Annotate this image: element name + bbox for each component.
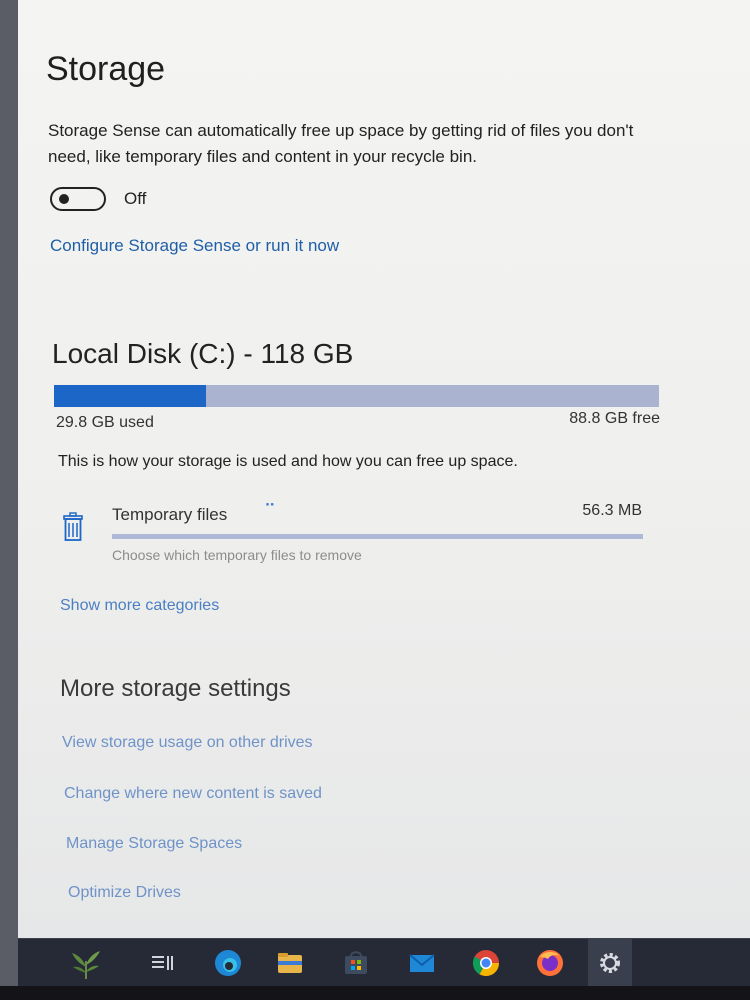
disk-used-label: 29.8 GB used <box>56 414 154 431</box>
disk-free-label: 88.8 GB free <box>569 410 660 427</box>
storage-settings-page: Storage Storage Sense can automatically … <box>18 0 750 938</box>
more-storage-settings-title: More storage settings <box>60 675 291 702</box>
show-more-categories-link[interactable]: Show more categories <box>60 597 219 615</box>
trash-icon <box>63 512 83 541</box>
view-other-drives-link[interactable]: View storage usage on other drives <box>62 734 313 752</box>
disk-title: Local Disk (C:) - 118 GB <box>52 338 354 369</box>
category-usage-bar <box>112 534 643 539</box>
plant-icon[interactable] <box>68 945 104 981</box>
change-save-location-link[interactable]: Change where new content is saved <box>64 785 322 803</box>
toggle-knob <box>59 194 69 204</box>
toggle-state-label: Off <box>124 189 147 208</box>
usage-description: This is how your storage is used and how… <box>58 453 518 470</box>
loading-spinner-icon: ⠒ <box>264 498 276 515</box>
store-icon[interactable] <box>340 947 372 979</box>
category-label: Temporary files <box>112 505 228 524</box>
edge-icon[interactable] <box>212 947 244 979</box>
category-size: 56.3 MB <box>582 502 642 519</box>
taskbar <box>18 938 750 987</box>
mail-icon[interactable] <box>406 947 438 979</box>
disk-usage-fill <box>54 385 207 407</box>
disk-usage-bar <box>54 385 659 407</box>
settings-icon[interactable] <box>594 947 626 979</box>
category-hint: Choose which temporary files to remove <box>112 547 362 563</box>
manage-storage-spaces-link[interactable]: Manage Storage Spaces <box>66 835 242 853</box>
screen-bezel <box>0 0 18 1000</box>
monitor-bezel-bottom <box>0 986 750 1000</box>
task-view-icon[interactable] <box>146 947 178 979</box>
page-title: Storage <box>46 50 166 88</box>
chrome-icon[interactable] <box>470 947 502 979</box>
storage-sense-description: Storage Sense can automatically free up … <box>48 121 634 166</box>
configure-storage-sense-link[interactable]: Configure Storage Sense or run it now <box>50 236 339 256</box>
file-explorer-icon[interactable] <box>274 947 306 979</box>
firefox-icon[interactable] <box>534 947 566 979</box>
storage-sense-toggle[interactable] <box>50 187 106 211</box>
optimize-drives-link[interactable]: Optimize Drives <box>68 884 181 902</box>
